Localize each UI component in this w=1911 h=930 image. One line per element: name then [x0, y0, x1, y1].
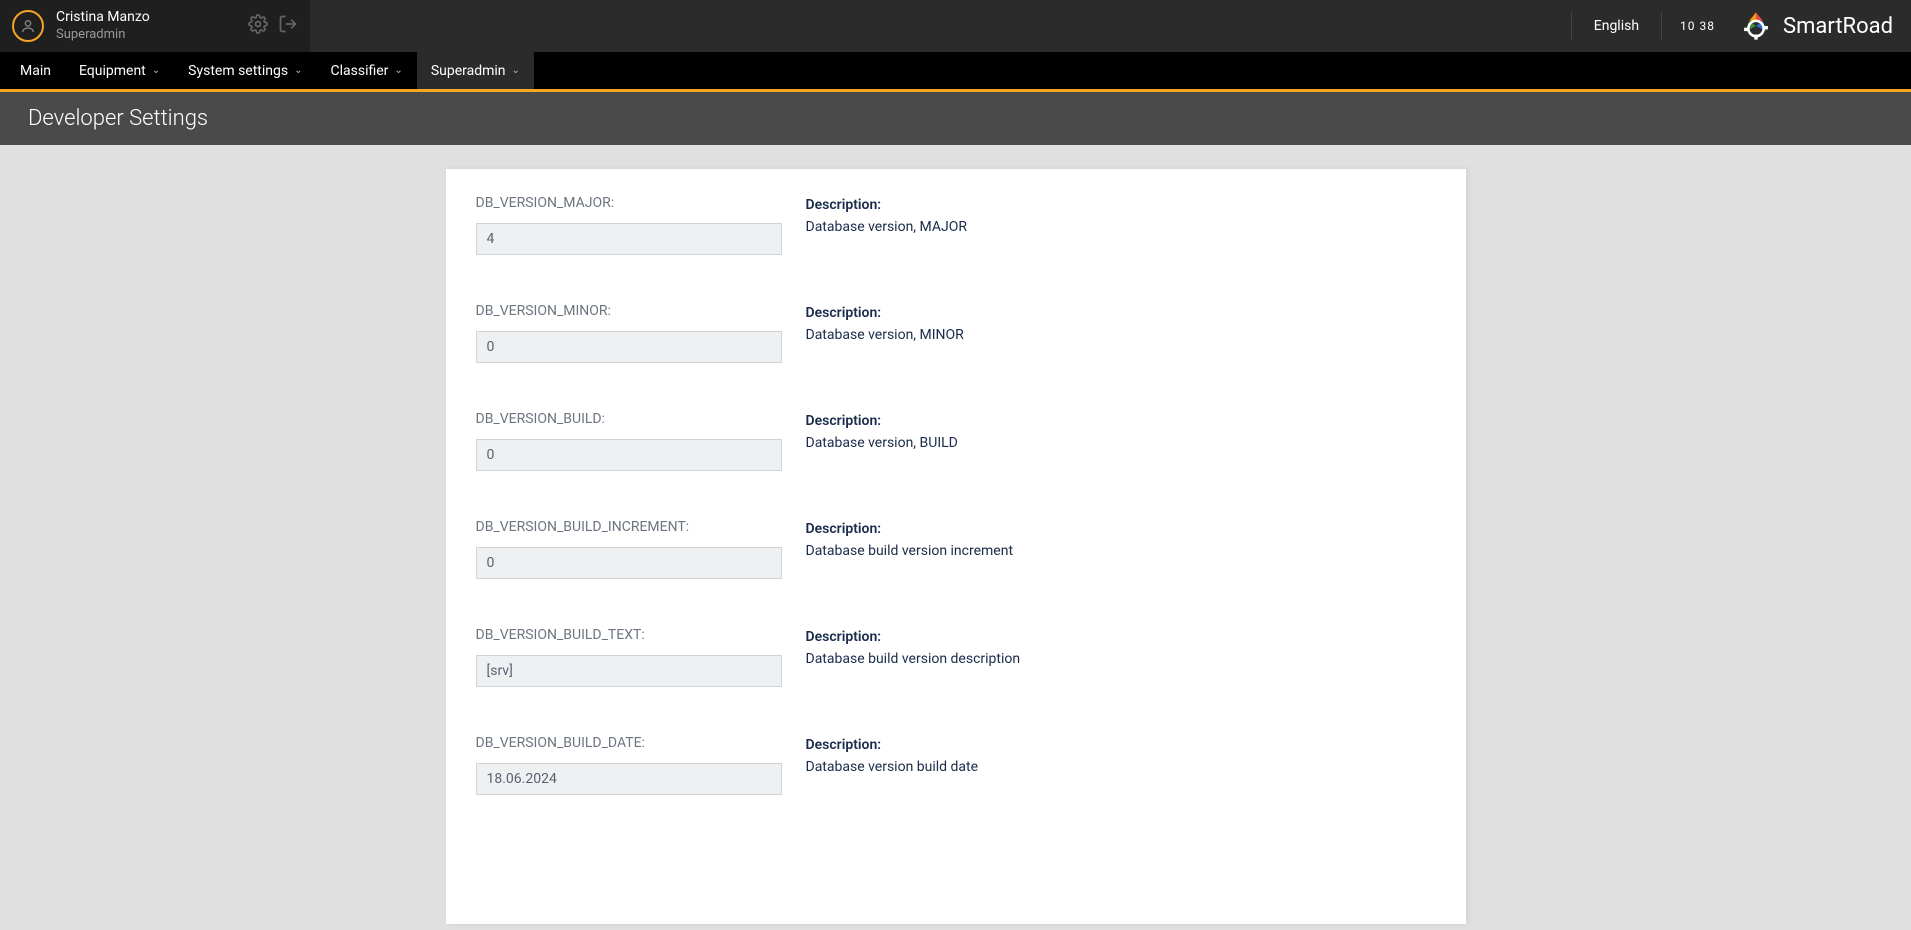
setting-left: DB_VERSION_BUILD_TEXT: [476, 627, 806, 687]
brand-name: SmartRoad [1783, 14, 1893, 39]
setting-input[interactable] [476, 655, 782, 687]
description-text: Database build version description [806, 651, 1436, 667]
chevron-down-icon: ⌄ [394, 65, 402, 76]
setting-row: DB_VERSION_BUILD_INCREMENT:Description:D… [476, 519, 1436, 579]
setting-left: DB_VERSION_BUILD_DATE: [476, 735, 806, 795]
nav-item-label: System settings [188, 63, 288, 79]
nav-item-label: Superadmin [431, 63, 506, 79]
setting-row: DB_VERSION_BUILD_DATE:Description: Databa… [476, 735, 1436, 795]
setting-label: DB_VERSION_BUILD_TEXT: [476, 627, 806, 643]
nav-item-label: Main [20, 63, 51, 79]
setting-label: DB_VERSION_BUILD: [476, 411, 806, 427]
chevron-down-icon: ⌄ [512, 65, 520, 76]
brand-logo-icon [1739, 9, 1773, 43]
description-heading: Description: [806, 197, 1436, 213]
description-heading: Description: [806, 413, 1436, 429]
setting-input[interactable] [476, 763, 782, 795]
user-role: Superadmin [56, 27, 248, 43]
setting-input[interactable] [476, 439, 782, 471]
chevron-down-icon: ⌄ [152, 65, 160, 76]
content-area: DB_VERSION_MAJOR:Description:Database ve… [0, 145, 1911, 924]
nav-item-equipment[interactable]: Equipment ⌄ [65, 52, 174, 89]
clock: 10 38 [1661, 12, 1733, 40]
setting-label: DB_VERSION_MINOR: [476, 303, 806, 319]
gear-icon[interactable] [248, 14, 268, 38]
setting-description: Description: Database version, MINOR [806, 303, 1436, 363]
nav-item-superadmin[interactable]: Superadmin ⌄ [417, 52, 534, 89]
description-heading: Description: [806, 521, 1436, 537]
person-icon [20, 18, 36, 34]
setting-description: Description: Database version build date [806, 735, 1436, 795]
logout-icon[interactable] [278, 14, 298, 38]
setting-left: DB_VERSION_BUILD_INCREMENT: [476, 519, 806, 579]
setting-description: Description: Database version, BUILD [806, 411, 1436, 471]
description-text: Database version build date [806, 759, 1436, 775]
nav-item-label: Classifier [331, 63, 389, 79]
setting-description: Description: Database version, MAJOR [806, 195, 1436, 255]
setting-label: DB_VERSION_MAJOR: [476, 195, 806, 211]
topbar: Cristina Manzo Superadmin English 10 38 [0, 0, 1911, 52]
setting-left: DB_VERSION_BUILD: [476, 411, 806, 471]
nav-item-system-settings[interactable]: System settings ⌄ [174, 52, 316, 89]
description-heading: Description: [806, 737, 1436, 753]
user-block: Cristina Manzo Superadmin [0, 0, 310, 52]
setting-label: DB_VERSION_BUILD_DATE: [476, 735, 806, 751]
nav-item-label: Equipment [79, 63, 146, 79]
setting-input[interactable] [476, 223, 782, 255]
brand[interactable]: SmartRoad [1733, 9, 1911, 43]
description-heading: Description: [806, 305, 1436, 321]
page-title: Developer Settings [0, 92, 1911, 145]
nav-item-classifier[interactable]: Classifier ⌄ [317, 52, 417, 89]
settings-card: DB_VERSION_MAJOR:Description:Database ve… [446, 169, 1466, 924]
setting-row: DB_VERSION_BUILD:Description: Database ve… [476, 411, 1436, 471]
nav-item-main[interactable]: Main [6, 52, 65, 89]
setting-label: DB_VERSION_BUILD_INCREMENT: [476, 519, 806, 535]
user-name: Cristina Manzo [56, 9, 248, 27]
setting-row: DB_VERSION_MINOR:Description: Database ve… [476, 303, 1436, 363]
language-selector[interactable]: English [1571, 12, 1661, 40]
description-text: Database version, BUILD [806, 435, 1436, 451]
description-text: Database build version increment [806, 543, 1436, 559]
setting-input[interactable] [476, 331, 782, 363]
description-heading: Description: [806, 629, 1436, 645]
setting-left: DB_VERSION_MINOR: [476, 303, 806, 363]
chevron-down-icon: ⌄ [294, 65, 302, 76]
description-text: Database version, MAJOR [806, 219, 1436, 235]
setting-description: Description: Database build version incre… [806, 519, 1436, 579]
setting-description: Description: Database build version descr… [806, 627, 1436, 687]
setting-row: DB_VERSION_BUILD_TEXT:Description: Databa… [476, 627, 1436, 687]
description-text: Database version, MINOR [806, 327, 1436, 343]
navbar: MainEquipment⌄System settings⌄Classifier… [0, 52, 1911, 92]
avatar[interactable] [12, 10, 44, 42]
setting-left: DB_VERSION_MAJOR: [476, 195, 806, 255]
setting-row: DB_VERSION_MAJOR:Description: Database ve… [476, 195, 1436, 255]
setting-input[interactable] [476, 547, 782, 579]
user-text: Cristina Manzo Superadmin [56, 9, 248, 43]
